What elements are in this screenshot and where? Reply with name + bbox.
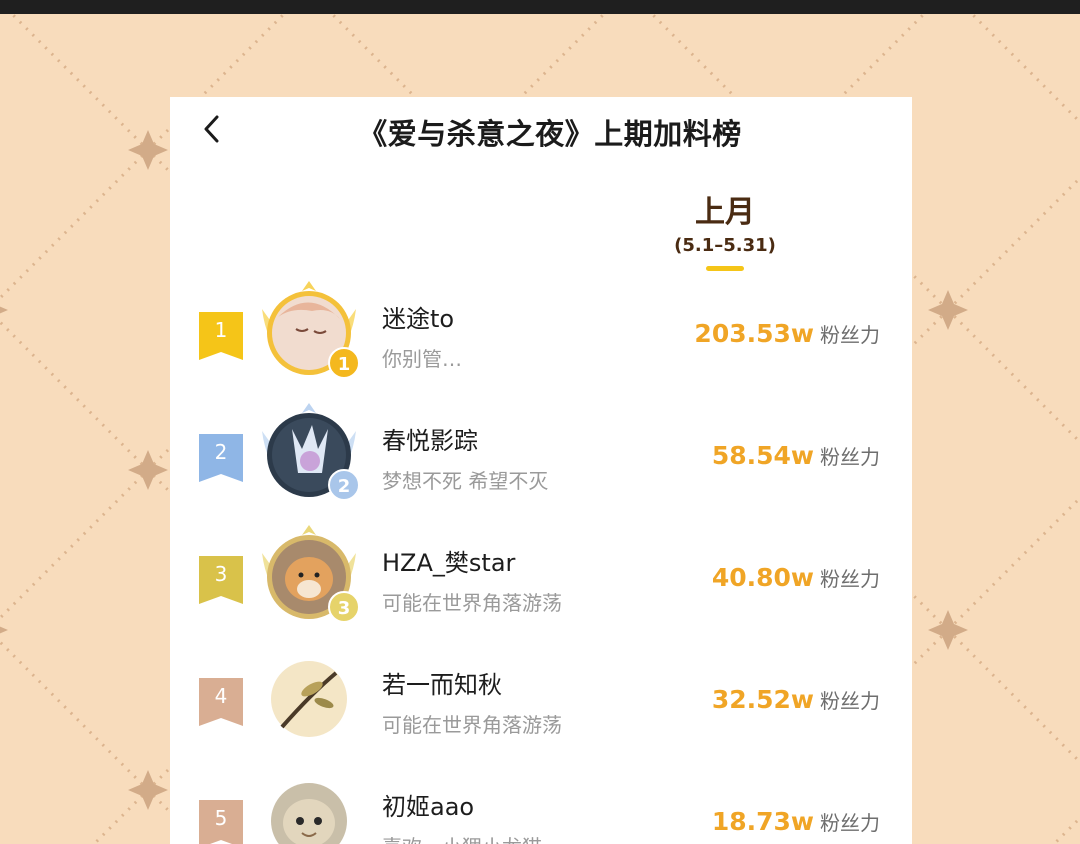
score-value: 203.53w	[694, 319, 814, 348]
user-signature: 可能在世界角落游荡	[382, 713, 562, 737]
avatar[interactable]: 2	[252, 399, 366, 509]
rank-badge: 2	[199, 434, 243, 482]
rank-number: 2	[214, 440, 228, 464]
rank-number: 5	[214, 806, 228, 830]
user-signature: 你别管…	[382, 347, 462, 371]
score-unit: 粉丝力	[820, 689, 880, 713]
avatar-image-icon	[271, 783, 347, 844]
svg-text:3: 3	[338, 598, 351, 619]
rank-badge: 4	[199, 678, 243, 726]
avatar[interactable]: 1	[252, 277, 366, 387]
chevron-left-icon[interactable]	[201, 114, 223, 144]
list-item[interactable]: 1 1 迷途to 你别管… 203.53w 粉丝力	[170, 277, 912, 387]
score-value: 18.73w	[711, 807, 814, 836]
avatar[interactable]	[252, 765, 366, 844]
rank-badge: 1	[199, 312, 243, 360]
crown-avatar-frame-icon: 2	[262, 403, 360, 501]
user-signature: 梦想不死 希望不灭	[382, 469, 549, 493]
score-value: 40.80w	[711, 563, 814, 592]
avatar[interactable]	[252, 643, 366, 753]
username: 初姬aao	[382, 793, 475, 821]
fan-power-score: 18.73w 粉丝力	[712, 807, 880, 836]
avatar[interactable]: 3	[252, 521, 366, 631]
score-unit: 粉丝力	[820, 323, 880, 347]
rank-badge: 3	[199, 556, 243, 604]
back-button[interactable]	[192, 109, 232, 149]
list-item[interactable]: 3 3 HZA_樊star 可能在世界角落游荡 40.80w 粉丝力	[170, 521, 912, 631]
page-title: 《爱与杀意之夜》上期加料榜	[358, 117, 742, 151]
score-value: 58.54w	[711, 441, 814, 470]
list-item[interactable]: 2 2 春悦影踪 梦想不死 希望不灭 58.54w 粉丝力	[170, 399, 912, 509]
tab-date-range: (5.1–5.31)	[674, 235, 776, 256]
tab-active-indicator	[706, 266, 744, 271]
tab-label: 上月	[695, 195, 755, 230]
avatar-image-icon	[271, 661, 347, 737]
fan-power-score: 40.80w 粉丝力	[712, 563, 880, 592]
svg-text:1: 1	[338, 354, 351, 375]
tab-last-month[interactable]: 上月 (5.1–5.31)	[660, 187, 790, 271]
username: 若一而知秋	[382, 671, 502, 699]
crown-avatar-frame-icon: 1	[262, 281, 360, 379]
rank-badge: 5	[199, 800, 243, 844]
rank-number: 4	[214, 684, 228, 708]
leaderboard-card: 《爱与杀意之夜》上期加料榜 上月 (5.1–5.31) 1 1 迷途to 你别管…	[170, 97, 912, 844]
username: HZA_樊star	[382, 549, 516, 577]
username: 迷途to	[382, 305, 455, 333]
list-item[interactable]: 5 初姬aao 喜欢…小狸小龙猫 18.73w粉丝力	[170, 765, 912, 844]
fan-power-score: 58.54w 粉丝力	[712, 441, 880, 470]
score-value: 32.52w	[711, 685, 814, 714]
rank-number: 3	[214, 562, 228, 586]
svg-text:2: 2	[338, 476, 351, 497]
fan-power-score: 32.52w 粉丝力	[712, 685, 880, 714]
username: 春悦影踪	[382, 427, 478, 455]
list-item[interactable]: 4 若一而知秋 可能在世界角落游荡 32.52w 粉丝力	[170, 643, 912, 753]
fan-power-score: 203.53w 粉丝力	[694, 319, 880, 348]
rank-number: 1	[214, 318, 228, 342]
user-signature: 可能在世界角落游荡	[382, 591, 562, 615]
score-unit: 粉丝力	[820, 445, 880, 469]
crown-avatar-frame-icon: 3	[262, 525, 360, 623]
status-bar	[0, 0, 1080, 14]
user-signature: 喜欢…小狸小龙猫	[382, 831, 542, 844]
score-unit: 粉丝力	[820, 811, 880, 835]
score-unit: 粉丝力	[820, 567, 880, 591]
